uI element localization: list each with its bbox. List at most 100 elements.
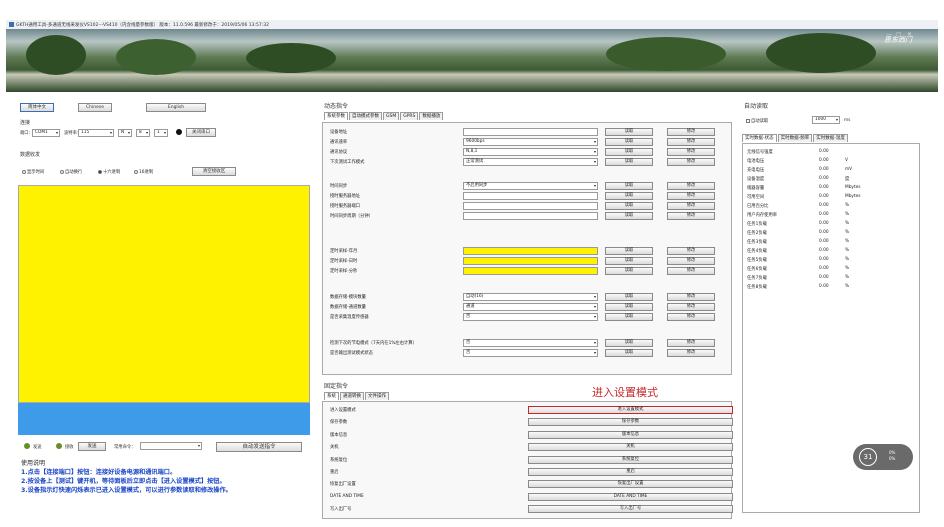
param-row: 通讯协议 N,8,1 读取 修改 xyxy=(323,148,733,157)
open-port-button[interactable]: 关闭串口 xyxy=(186,128,216,137)
tab-gprs[interactable]: GPRS xyxy=(400,112,419,120)
read-button[interactable]: 读取 xyxy=(605,158,653,166)
tab-auto-params[interactable]: 自动模式参数 xyxy=(349,112,382,120)
fixed-command-button[interactable]: 保存参数 xyxy=(528,418,733,427)
fixed-command-button[interactable]: 写入出厂号 xyxy=(528,505,733,514)
tab-file-ops[interactable]: 文件操作 xyxy=(365,392,389,400)
fixed-command-button[interactable]: 恢复出厂设置 xyxy=(528,480,733,489)
modify-button[interactable]: 修改 xyxy=(667,202,715,210)
read-button[interactable]: 读取 xyxy=(605,192,653,200)
read-button[interactable]: 读取 xyxy=(605,267,653,275)
fixed-command-button[interactable]: 重启 xyxy=(528,468,733,476)
show-time-checkbox[interactable]: 显示时间 xyxy=(22,169,44,175)
tab-gsm[interactable]: GSM xyxy=(383,112,400,120)
port-select[interactable]: COM1 xyxy=(32,129,60,137)
baud-select[interactable]: 115 xyxy=(78,129,114,137)
parity-select[interactable]: N xyxy=(118,129,132,137)
param-value[interactable]: 否 xyxy=(463,349,598,357)
realtime-key: 任务3负载 xyxy=(747,240,767,245)
auto-wrap-checkbox[interactable]: 自动换行 xyxy=(60,169,82,175)
fixed-command-button[interactable]: 进入设置模式 xyxy=(528,406,733,414)
realtime-key: 电池电压 xyxy=(747,159,765,164)
tab-realtime-temp[interactable]: 实时数据-温度 xyxy=(813,134,848,142)
hex-radio[interactable]: 十六进制 xyxy=(98,169,120,175)
stopbits-select[interactable]: 1 xyxy=(154,129,168,137)
fixed-command-button[interactable]: DATE AND TIME xyxy=(528,492,733,501)
modify-button[interactable]: 修改 xyxy=(667,212,715,220)
param-value[interactable] xyxy=(463,247,598,255)
modify-button[interactable]: 修改 xyxy=(667,267,715,275)
modify-button[interactable]: 修改 xyxy=(667,138,715,146)
modify-button[interactable]: 修改 xyxy=(667,349,715,357)
param-value[interactable]: 自动(16) xyxy=(463,293,598,301)
param-value[interactable] xyxy=(463,212,598,220)
modify-button[interactable]: 修改 xyxy=(667,192,715,200)
fixed-command-button[interactable]: 版本信息 xyxy=(528,430,733,439)
read-button[interactable]: 读取 xyxy=(605,247,653,255)
modify-button[interactable]: 修改 xyxy=(667,257,715,265)
common-cmd-label: 常用命令： xyxy=(114,445,136,450)
modify-button[interactable]: 修改 xyxy=(667,303,715,311)
app-icon xyxy=(9,22,14,27)
read-button[interactable]: 读取 xyxy=(605,138,653,146)
close-icon[interactable]: ✕ xyxy=(907,31,912,38)
modify-button[interactable]: 修改 xyxy=(667,247,715,255)
read-button[interactable]: 读取 xyxy=(605,339,653,347)
param-value[interactable]: 9600bps xyxy=(463,138,598,146)
tab-system-params[interactable]: 系统参数 xyxy=(324,112,348,120)
read-button[interactable]: 读取 xyxy=(605,148,653,156)
modify-button[interactable]: 修改 xyxy=(667,293,715,301)
param-value[interactable]: 通道 xyxy=(463,303,598,311)
lang-button-english[interactable]: English xyxy=(146,103,206,112)
read-button[interactable]: 读取 xyxy=(605,128,653,136)
read-button[interactable]: 读取 xyxy=(605,212,653,220)
param-value[interactable] xyxy=(463,267,598,275)
realtime-value: 0.00 xyxy=(819,194,829,199)
auto-read-checkbox[interactable]: 自动读取 xyxy=(746,118,768,124)
interval-input[interactable]: 1000 xyxy=(812,116,840,124)
common-cmd-select[interactable] xyxy=(140,442,202,450)
send-button[interactable]: 发送 xyxy=(78,442,106,451)
modify-button[interactable]: 修改 xyxy=(667,128,715,136)
fixed-command-button[interactable]: 关机 xyxy=(528,443,733,452)
param-value[interactable]: N,8,1 xyxy=(463,148,598,156)
send-area[interactable] xyxy=(18,403,310,435)
read-button[interactable]: 读取 xyxy=(605,293,653,301)
read-button[interactable]: 读取 xyxy=(605,349,653,357)
clear-receive-button[interactable]: 清空接收区 xyxy=(192,167,236,176)
databits-select[interactable]: 8 xyxy=(136,129,150,137)
tab-fixed-system[interactable]: 系统 xyxy=(324,392,339,400)
read-button[interactable]: 读取 xyxy=(605,257,653,265)
modify-button[interactable]: 修改 xyxy=(667,182,715,190)
tab-data-play[interactable]: 数据播放 xyxy=(419,112,444,120)
minimize-icon[interactable]: — xyxy=(886,31,892,38)
maximize-icon[interactable]: ▢ xyxy=(896,31,902,38)
param-value[interactable] xyxy=(463,202,598,210)
lang-button-zh[interactable]: 简体中文 xyxy=(20,103,54,112)
tab-channel-convert[interactable]: 通道转换 xyxy=(340,392,364,400)
read-button[interactable]: 读取 xyxy=(605,303,653,311)
param-value[interactable]: 正常测试 xyxy=(463,158,598,166)
read-button[interactable]: 读取 xyxy=(605,182,653,190)
param-value[interactable]: 否 xyxy=(463,313,598,321)
modify-button[interactable]: 修改 xyxy=(667,148,715,156)
modify-button[interactable]: 修改 xyxy=(667,313,715,321)
read-button[interactable]: 读取 xyxy=(605,202,653,210)
hex16-radio[interactable]: 16进制 xyxy=(134,169,153,175)
realtime-row: 任务3负载 0.00% xyxy=(747,239,917,247)
fixed-name: 关机 xyxy=(330,445,339,451)
receive-area[interactable] xyxy=(18,185,310,403)
param-value[interactable]: 否 xyxy=(463,339,598,347)
modify-button[interactable]: 修改 xyxy=(667,158,715,166)
tab-realtime-status[interactable]: 实时数据-状态 xyxy=(742,134,777,142)
fixed-command-button[interactable]: 系统复位 xyxy=(528,455,733,464)
modify-button[interactable]: 修改 xyxy=(667,339,715,347)
read-button[interactable]: 读取 xyxy=(605,313,653,321)
auto-send-button[interactable]: 自动发送指令 xyxy=(216,442,302,452)
lang-button-chinese[interactable]: Chinese xyxy=(78,103,112,112)
tab-realtime-freq[interactable]: 实时数据-频率 xyxy=(777,134,813,142)
param-value[interactable] xyxy=(463,257,598,265)
param-value[interactable]: 不启用同步 xyxy=(463,182,598,190)
param-value[interactable] xyxy=(463,192,598,200)
param-value[interactable] xyxy=(463,128,598,136)
